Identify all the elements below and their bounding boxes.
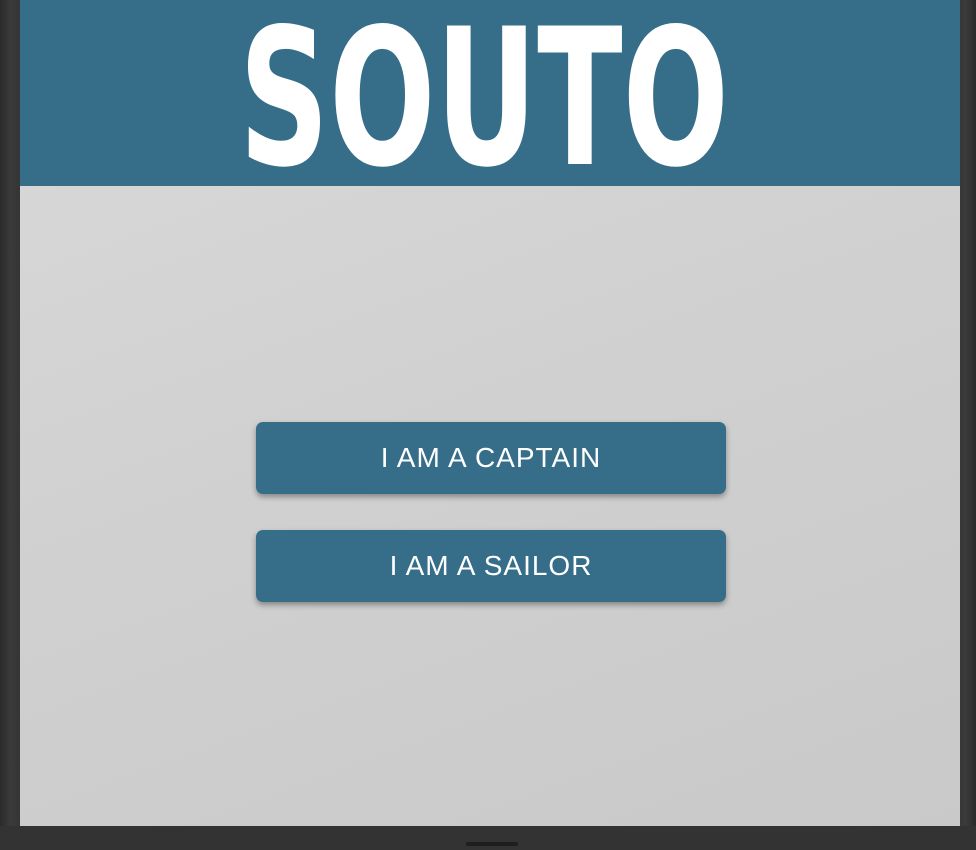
captain-button-label: I AM A CAPTAIN bbox=[380, 442, 602, 473]
captain-button[interactable]: I AM A CAPTAIN bbox=[256, 422, 726, 494]
sailor-button-label: I AM A SAILOR bbox=[389, 550, 593, 581]
logo-text: SOUTO bbox=[239, 0, 729, 172]
app-screen: SOUTO I AM A CAPTAIN I AM A SAILOR bbox=[20, 0, 960, 826]
souto-logo: SOUTO bbox=[239, 0, 729, 172]
device-bottom-bar bbox=[0, 826, 976, 850]
app-header: SOUTO bbox=[20, 0, 960, 186]
home-indicator[interactable] bbox=[466, 842, 518, 846]
sailor-button[interactable]: I AM A SAILOR bbox=[256, 530, 726, 602]
